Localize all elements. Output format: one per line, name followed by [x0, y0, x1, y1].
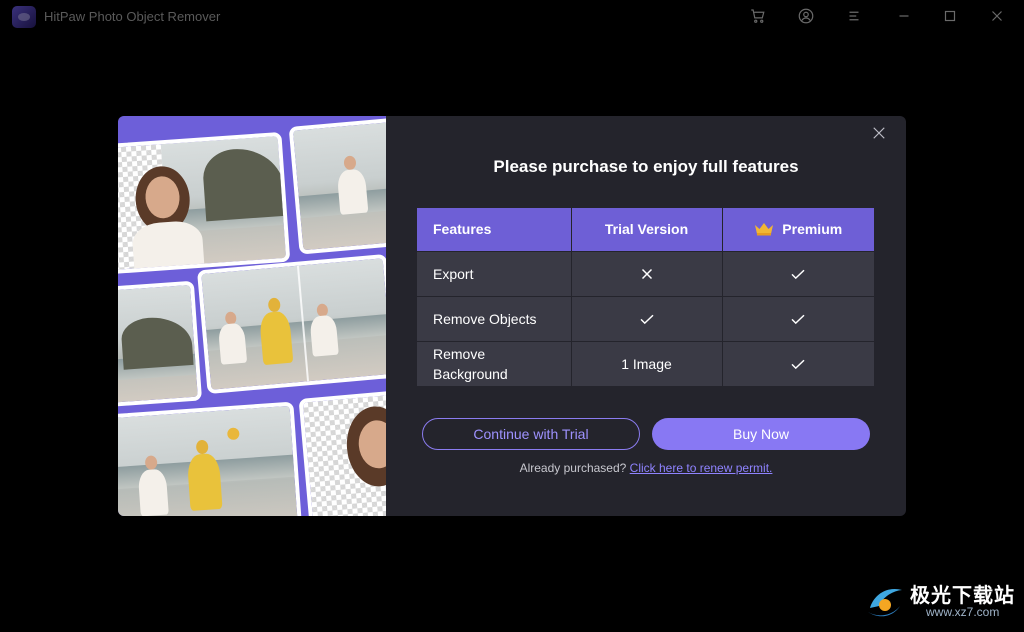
sample-photo-cliff [118, 280, 203, 408]
premium-check-icon [722, 340, 874, 386]
minimize-icon[interactable] [894, 6, 914, 26]
feature-name-text: Remove Background [433, 345, 508, 382]
watermark-logo-icon [868, 588, 902, 617]
account-icon[interactable] [796, 6, 816, 26]
renew-permit-link[interactable]: Click here to renew permit. [630, 461, 773, 475]
header-premium-label: Premium [782, 221, 843, 238]
watermark-url: www.xz7.com [926, 605, 1000, 619]
title-bar: HitPaw Photo Object Remover [0, 0, 1024, 32]
promo-image [118, 116, 386, 516]
app-logo-icon [12, 6, 36, 28]
features-comparison-table: Features Trial Version Premium Export Re… [417, 208, 874, 386]
window-close-icon[interactable] [987, 6, 1007, 26]
maximize-icon[interactable] [940, 6, 960, 26]
site-watermark: 极光下载站 www.xz7.com [864, 578, 1014, 624]
premium-check-icon [722, 250, 874, 296]
cart-icon[interactable] [748, 6, 768, 26]
sample-photo-yellow-dress [118, 401, 303, 516]
purchase-panel: Please purchase to enjoy full features F… [386, 116, 906, 516]
sample-photo-portrait-cutout [298, 389, 386, 516]
table-row: Remove Background 1 Image [417, 340, 874, 386]
dialog-close-icon[interactable] [870, 124, 888, 142]
header-features: Features [417, 208, 572, 251]
table-row: Export [417, 250, 874, 296]
watermark-text: 极光下载站 [910, 585, 1015, 607]
premium-check-icon [722, 295, 874, 341]
purchase-dialog: Please purchase to enjoy full features F… [118, 116, 906, 516]
crown-icon [755, 223, 774, 236]
window-title: HitPaw Photo Object Remover [44, 9, 221, 24]
trial-limit-value: 1 Image [571, 340, 723, 386]
buy-now-button[interactable]: Buy Now [652, 418, 870, 450]
renew-permit-text: Already purchased? Click here to renew p… [386, 461, 906, 475]
feature-name: Remove Background [417, 340, 572, 386]
sample-photo-portrait [118, 131, 291, 275]
continue-with-trial-button[interactable]: Continue with Trial [422, 418, 640, 450]
trial-cross-icon [571, 250, 723, 296]
trial-check-icon [571, 295, 723, 341]
dialog-title: Please purchase to enjoy full features [493, 157, 799, 176]
feature-name: Export [417, 250, 572, 296]
sample-photo-beach [288, 117, 386, 255]
header-trial-version: Trial Version [571, 208, 723, 251]
table-row: Remove Objects [417, 295, 874, 341]
header-premium: Premium [722, 208, 874, 251]
feature-name: Remove Objects [417, 295, 572, 341]
menu-icon[interactable] [844, 6, 864, 26]
table-header-row: Features Trial Version Premium [417, 208, 874, 251]
renew-prefix: Already purchased? [519, 461, 627, 475]
sample-photo-removal [196, 253, 386, 395]
